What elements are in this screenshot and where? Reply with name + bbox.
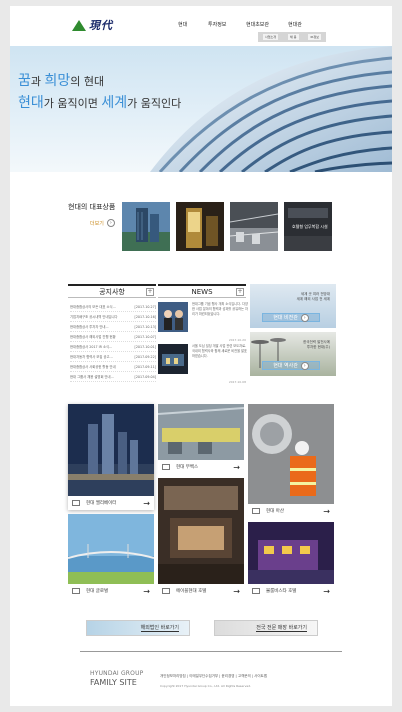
- nav-item-museum[interactable]: 현대관: [288, 21, 318, 28]
- family-site-label[interactable]: HYUNDAI GROUP: [90, 670, 144, 677]
- family-site-title[interactable]: FAMILY SITE: [90, 678, 137, 687]
- arrow-right-icon: ›: [300, 313, 309, 322]
- card-hyundai-elevator[interactable]: 현대 엘리베이터 →: [68, 404, 154, 510]
- subnav-ir[interactable]: IR정보: [308, 34, 321, 40]
- nav-item-hall[interactable]: 현대초보관: [246, 21, 288, 28]
- logo-mark-icon: [72, 19, 86, 31]
- arrow-right-icon: →: [233, 586, 240, 596]
- products-more-link[interactable]: 더보기 ›: [90, 219, 115, 227]
- company-icon: [252, 588, 260, 594]
- product-thumb-caption: 호텔형 업무복합 시설: [292, 224, 328, 229]
- arrow-right-icon: →: [323, 586, 330, 596]
- bridge-photo: [68, 514, 154, 584]
- hero-headline-1: 꿈과 희망의 현대: [18, 73, 105, 89]
- arrow-right-icon: →: [143, 586, 150, 596]
- logo[interactable]: 現代: [72, 17, 113, 33]
- notice-row[interactable]: 현대종합상사의 모든 대표 소식... [2017.10.27]: [70, 302, 156, 312]
- notice-row[interactable]: 현대종합상사 2017 IR 소식... [2017.10.01]: [70, 342, 156, 352]
- factory-photo: [158, 404, 244, 460]
- news-item[interactable]: 서울 도심 빌딩 개발 사업 관련 보도자료. 국내외 협력사와 함께 새로운 …: [158, 344, 248, 384]
- history-hall-banner[interactable]: 한국전력 발전사에 투자한 현대(주) 현대 역사관 ›: [250, 332, 336, 376]
- card-hyundai-asan[interactable]: 현대 아산 →: [248, 404, 334, 518]
- engineer-photo: [248, 404, 334, 504]
- card-hyundai-movex[interactable]: 현대 무벡스 →: [158, 404, 244, 474]
- history-hall-button[interactable]: 현대 역사관 ›: [262, 361, 320, 370]
- arrow-right-icon: →: [233, 462, 240, 472]
- tower-photo: [122, 202, 170, 251]
- subnav-recruit[interactable]: 채 용: [288, 34, 299, 40]
- footer-divider: [80, 651, 342, 652]
- hero-banner: 꿈과 희망의 현대 현대가 움직이면 세계가 움직인다: [10, 46, 392, 172]
- arrow-right-icon: ›: [106, 219, 115, 227]
- subnav-business[interactable]: 사업소개: [262, 34, 279, 40]
- company-icon: [162, 464, 170, 470]
- company-icon: [72, 588, 80, 594]
- arrow-right-icon: →: [323, 506, 330, 516]
- logistics-photo: [230, 202, 278, 251]
- nav-item-investment[interactable]: 투자정보: [208, 21, 246, 28]
- notice-row[interactable]: 현대종합상사 사회공헌 활동 안내 [2017.09.11]: [70, 362, 156, 372]
- news-more-icon[interactable]: +: [236, 288, 244, 296]
- city-night-photo: [68, 404, 154, 496]
- company-icon: [252, 508, 260, 514]
- news-header: NEWS +: [158, 284, 246, 298]
- hotel-exterior-photo: [248, 522, 334, 584]
- overseas-branch-button[interactable]: 해외법인 바로가기: [86, 620, 190, 636]
- products-title: 현대의 대표상품: [68, 203, 116, 211]
- product-thumb-3[interactable]: [230, 202, 278, 251]
- news-item[interactable]: 현대그룹 기념 행사 개최 소식입니다. 다양한 사업 분야의 협력과 성과를 …: [158, 302, 248, 342]
- hotel-lobby-photo: [158, 478, 244, 584]
- hero-headline-2: 현대가 움직이면 세계가 움직인다: [18, 95, 182, 111]
- notice-row[interactable]: 현대종합상사 해외사업 진행 현황 [2017.10.07]: [70, 332, 156, 342]
- card-able-hotel[interactable]: 에이블현대 호텔 →: [158, 478, 244, 598]
- sub-nav: 사업소개 채 용 IR정보: [258, 32, 326, 42]
- card-hyundai-global[interactable]: 현대 글로벌 →: [68, 514, 154, 598]
- nav-item-hyundai[interactable]: 현대: [178, 21, 208, 28]
- footer-links[interactable]: 개인정보처리방침 | 이메일무단수집거부 | 윤리경영 | 고객문의 | 사이트…: [160, 674, 267, 679]
- notice-row[interactable]: 현대종합상사 투자자 안내... [2017.10.13]: [70, 322, 156, 332]
- notice-more-icon[interactable]: +: [146, 288, 154, 296]
- site-header: 現代 현대 투자정보 현대초보관 현대관 사업소개 채 용 IR정보: [10, 6, 392, 46]
- notice-row[interactable]: 기업지배구조 공시내역 안내입니다 [2017.10.16]: [70, 312, 156, 322]
- product-thumb-2[interactable]: [176, 202, 224, 251]
- notice-header: 공지사항 +: [68, 284, 156, 298]
- arrow-right-icon: →: [143, 498, 150, 508]
- elevator-photo: [176, 202, 224, 251]
- store-link-button[interactable]: 전국 전문 매장 바로가기: [214, 620, 318, 636]
- main-nav: 현대 투자정보 현대초보관 현대관: [178, 21, 318, 28]
- footer-copyright: Copyright 2017 Hyundai Group Co., Ltd. A…: [160, 684, 252, 688]
- company-icon: [72, 500, 80, 506]
- arrow-right-icon: ›: [300, 361, 309, 370]
- company-icon: [162, 588, 170, 594]
- vision-hall-banner[interactable]: 세계 곳 여러 전망대 세계 해외 사업 전 세계 현대 비전관 ›: [250, 284, 336, 328]
- page: 現代 현대 투자정보 현대초보관 현대관 사업소개 채 용 IR정보 꿈과 희망…: [10, 6, 392, 706]
- product-thumb-4[interactable]: 호텔형 업무복합 시설: [284, 202, 332, 251]
- notice-row[interactable]: 현대자동차 협력사 모집 공고... [2017.09.22]: [70, 352, 156, 362]
- vision-hall-button[interactable]: 현대 비전관 ›: [262, 313, 320, 322]
- logo-text: 現代: [89, 19, 113, 32]
- product-thumb-1[interactable]: [122, 202, 170, 251]
- card-bloomvista-hotel[interactable]: 불룸비스타 호텔 →: [248, 522, 334, 598]
- news-photo: [158, 302, 188, 332]
- notice-row[interactable]: 현대 그룹사 채용 설명회 안내... [2017.09.04]: [70, 372, 156, 382]
- news-photo: [158, 344, 188, 374]
